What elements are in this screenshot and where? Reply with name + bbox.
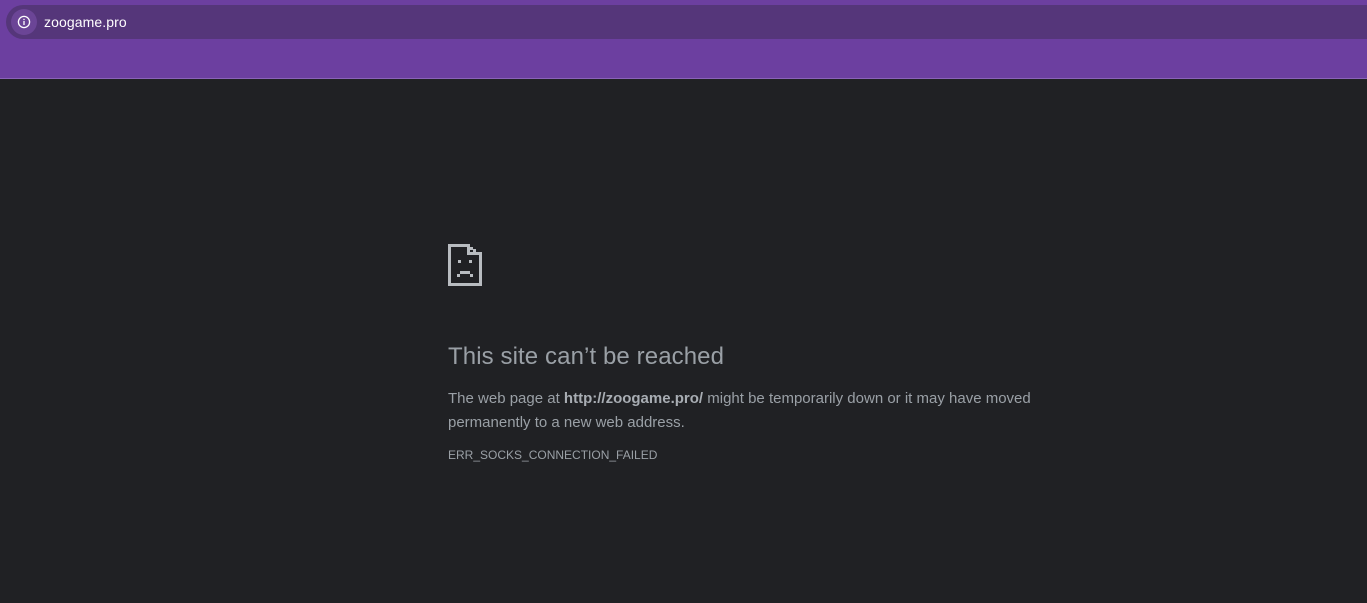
url-text[interactable]: zoogame.pro xyxy=(44,14,127,30)
error-title: This site can’t be reached xyxy=(448,343,725,370)
error-url: http://zoogame.pro/ xyxy=(563,390,704,407)
error-description: The web page at http://zoogame.pro/ migh… xyxy=(448,387,1068,435)
error-code: ERR_SOCKS_CONNECTION_FAILED xyxy=(448,448,658,462)
description-prefix: The web page at xyxy=(448,390,564,407)
sad-page-icon xyxy=(448,244,482,286)
error-page: This site can’t be reached The web page … xyxy=(448,244,1068,463)
address-bar[interactable]: zoogame.pro xyxy=(6,5,1367,39)
browser-toolbar: zoogame.pro xyxy=(0,0,1367,79)
info-icon xyxy=(17,15,31,29)
site-info-button[interactable] xyxy=(11,9,37,35)
